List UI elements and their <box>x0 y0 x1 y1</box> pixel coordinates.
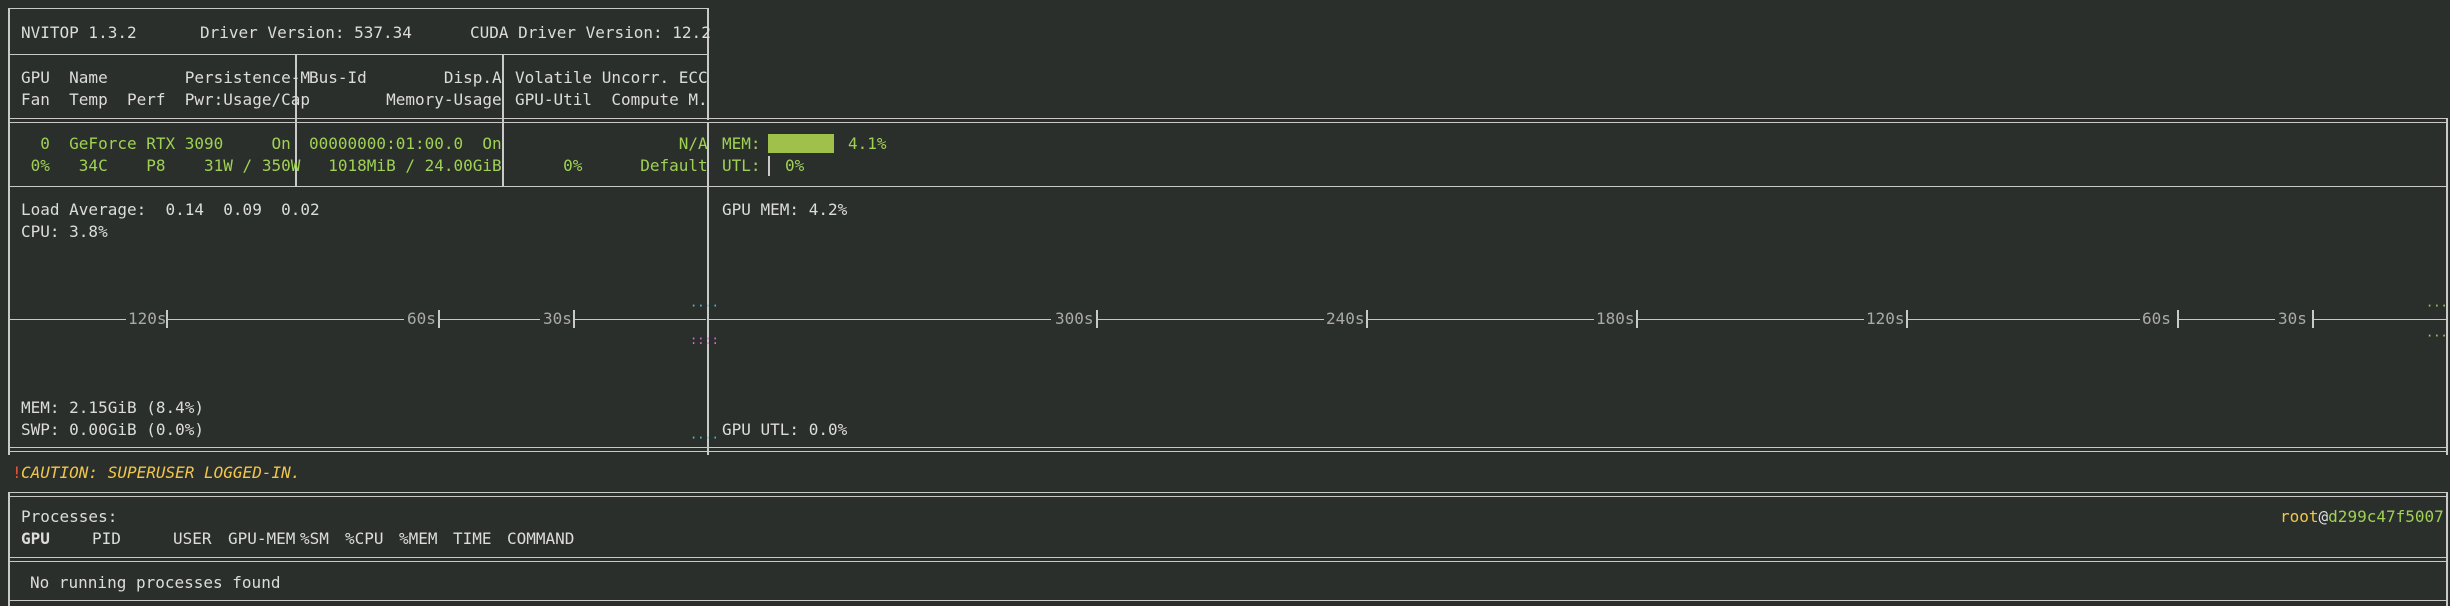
processes-title: Processes: <box>21 507 118 526</box>
separator-double-bottom <box>8 122 2448 123</box>
processes-top-2 <box>8 496 2448 497</box>
mem-bar-value: 4.1% <box>848 134 887 153</box>
proc-header-sm: %SM <box>300 529 329 548</box>
col-header-ecc: Volatile Uncorr. ECC <box>515 68 708 87</box>
host-axis-seg1 <box>8 319 126 320</box>
gpu-memory-usage: 1018MiB / 24.00GiB <box>309 156 502 175</box>
gpu-axis-seg7 <box>2314 319 2446 320</box>
gpu-bus-id: 00000000:01:00.0 On <box>309 134 502 153</box>
proc-header-gpu: GPU <box>21 529 50 548</box>
gpu-util-compute: 0% Default <box>515 156 708 175</box>
host-axis-seg2 <box>168 319 404 320</box>
host-axis-seg4 <box>575 319 706 320</box>
proc-header-cpu: %CPU <box>345 529 384 548</box>
mem-bar-label: MEM: <box>722 134 761 153</box>
proc-header-command: COMMAND <box>507 529 575 548</box>
mem-bar-fill <box>768 134 834 153</box>
right-border <box>2446 118 2448 455</box>
host-name: d299c47f5007 <box>2328 507 2444 526</box>
utl-bar-label: UTL: <box>722 156 761 175</box>
gpu-axis-seg6 <box>2179 319 2275 320</box>
gpu-row-divider <box>707 122 709 186</box>
col-header-fan-temp: Fan Temp Perf Pwr:Usage/Cap <box>21 90 310 109</box>
panel-divider <box>707 186 709 455</box>
proc-header-gpu-mem: GPU-MEM <box>228 529 296 548</box>
col-divider-2 <box>502 54 504 186</box>
gpu-tick-240s: 240s <box>1326 309 1365 328</box>
gpu-utl-graph-dots: ···· <box>2426 329 2450 343</box>
host-tick-30s: 30s <box>543 309 572 328</box>
proc-header-time: TIME <box>453 529 492 548</box>
cuda-version: CUDA Driver Version: 12.2 <box>470 23 711 42</box>
driver-version: Driver Version: 537.34 <box>200 23 412 42</box>
utl-bar-value: 0% <box>785 156 805 175</box>
no-processes-message: No running processes found <box>30 573 281 592</box>
col-header-bus-id: Bus-Id Disp.A <box>309 68 502 87</box>
header-divider <box>8 54 707 55</box>
host-mem: MEM: 2.15GiB (8.4%) <box>21 398 205 417</box>
user-host: root@d299c47f5007 <box>2280 507 2444 527</box>
table-top-border <box>8 8 707 9</box>
gpu-utl-graph-label: GPU UTL: 0.0% <box>722 420 848 439</box>
utl-bar-origin <box>768 156 770 176</box>
gpu-mem-graph-label: GPU MEM: 4.2% <box>722 200 848 219</box>
mem-graph-dots-1: :::: <box>690 333 719 347</box>
proc-header-pid: PID <box>92 529 121 548</box>
load-average: Load Average: 0.14 0.09 0.02 <box>21 200 320 219</box>
host-axis-seg3 <box>440 319 540 320</box>
gpu-tick-30s: 30s <box>2278 309 2307 328</box>
col-header-memory-usage: Memory-Usage <box>309 90 502 109</box>
gpu-tick-120s: 120s <box>1866 309 1905 328</box>
processes-top-1 <box>8 492 2448 493</box>
cpu-percent: CPU: 3.8% <box>21 222 108 241</box>
gpu-tick-60s: 60s <box>2142 309 2171 328</box>
cpu-graph-dots: ···· <box>690 299 719 313</box>
gpu-axis-seg3 <box>1368 319 1594 320</box>
mem-graph-dots-2: ···· <box>690 431 719 445</box>
processes-bottom <box>8 600 2448 601</box>
processes-right-border <box>2446 492 2448 606</box>
gpu-ecc: N/A <box>515 134 708 153</box>
gpu-tick-300s: 300s <box>1055 309 1094 328</box>
processes-header-divider-1 <box>8 557 2448 558</box>
panel-bottom-1 <box>8 447 2448 448</box>
gpu-row-bottom <box>8 186 2448 187</box>
gpu-axis-seg2 <box>1098 319 1324 320</box>
host-tick-120s: 120s <box>128 309 167 328</box>
col-header-gpu-name: GPU Name Persistence-M <box>21 68 310 87</box>
gpu-mem-graph-dots: ···· <box>2426 299 2450 313</box>
gpu-axis-seg4 <box>1638 319 1864 320</box>
user-at: @ <box>2318 507 2329 526</box>
table-left-border <box>8 8 10 455</box>
processes-header-divider-2 <box>8 561 2448 562</box>
gpu-tick-180s: 180s <box>1596 309 1635 328</box>
host-tick-60s: 60s <box>407 309 436 328</box>
gpu-row-line2: 0% 34C P8 31W / 350W <box>21 156 301 175</box>
panel-bottom-2 <box>8 451 2448 452</box>
col-header-gpu-util: GPU-Util Compute M. <box>515 90 708 109</box>
gpu-axis-seg1 <box>709 319 1051 320</box>
processes-left-border <box>8 492 10 606</box>
app-version: NVITOP 1.3.2 <box>21 23 137 42</box>
gpu-row-line1: 0 GeForce RTX 3090 On <box>21 134 291 153</box>
user-name: root <box>2280 507 2319 526</box>
proc-header-user: USER <box>173 529 212 548</box>
proc-header-mem: %MEM <box>399 529 438 548</box>
separator-double-top <box>8 118 2448 119</box>
gpu-axis-seg5 <box>1908 319 2140 320</box>
caution-text: CAUTION: SUPERUSER LOGGED-IN. <box>21 463 301 482</box>
host-swp: SWP: 0.00GiB (0.0%) <box>21 420 205 439</box>
